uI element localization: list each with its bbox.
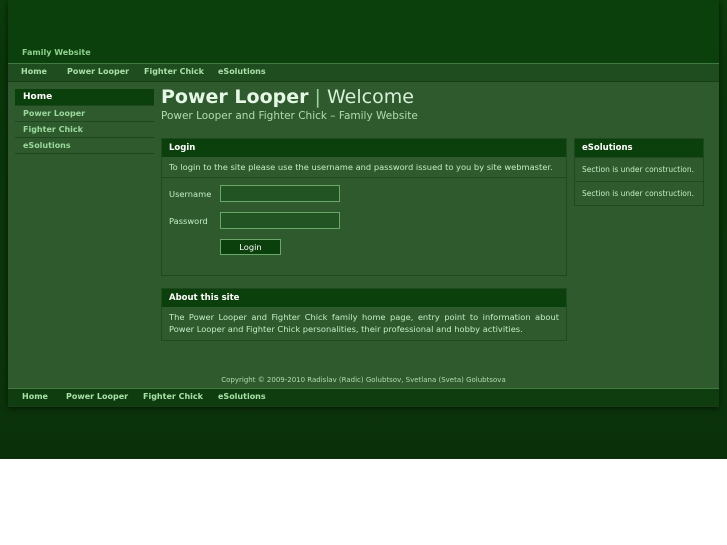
password-field[interactable] xyxy=(220,212,340,229)
footer-nav-fighter-chick[interactable]: Fighter Chick xyxy=(143,392,203,401)
nav-fighter-chick[interactable]: Fighter Chick xyxy=(144,67,204,76)
sidebar: Home Power Looper Fighter Chick eSolutio… xyxy=(15,89,154,154)
sidebar-item-esolutions[interactable]: eSolutions xyxy=(15,138,154,154)
page-title-separator: | xyxy=(314,86,321,108)
page-title-strong: Power Looper xyxy=(161,86,309,108)
about-heading: About this site xyxy=(162,289,566,307)
esolutions-item: Section is under construction. xyxy=(575,181,703,205)
password-label: Password xyxy=(169,216,208,226)
sidebar-item-fighter-chick[interactable]: Fighter Chick xyxy=(15,122,154,138)
about-panel: About this site The Power Looper and Fig… xyxy=(161,288,567,341)
username-label: Username xyxy=(169,189,212,199)
login-panel: Login To login to the site please use th… xyxy=(161,138,567,276)
site-name: Family Website xyxy=(22,48,91,57)
nav-power-looper[interactable]: Power Looper xyxy=(67,67,129,76)
esolutions-panel: eSolutions Section is under construction… xyxy=(574,138,704,206)
footer-nav-esolutions[interactable]: eSolutions xyxy=(218,392,266,401)
esolutions-item: Section is under construction. xyxy=(575,157,703,181)
masthead: Family Website xyxy=(8,0,719,63)
footer-navigation: Home Power Looper Fighter Chick eSolutio… xyxy=(8,388,719,407)
copyright-text: Copyright © 2009-2010 Radislav (Radic) G… xyxy=(221,376,506,384)
page-subtitle: Power Looper and Fighter Chick – Family … xyxy=(161,110,418,122)
login-button[interactable]: Login xyxy=(220,239,281,255)
footer-nav-power-looper[interactable]: Power Looper xyxy=(66,392,128,401)
page-container: Family Website Home Power Looper Fighter… xyxy=(8,0,719,407)
esolutions-heading: eSolutions xyxy=(575,139,703,157)
page-title: Power Looper | Welcome xyxy=(161,86,414,108)
about-text: The Power Looper and Fighter Chick famil… xyxy=(169,312,559,334)
footer-nav-home[interactable]: Home xyxy=(22,392,48,401)
login-instructions: To login to the site please use the user… xyxy=(169,162,553,172)
top-navigation: Home Power Looper Fighter Chick eSolutio… xyxy=(8,63,719,82)
nav-home[interactable]: Home xyxy=(21,67,47,76)
page-title-rest: Welcome xyxy=(326,86,414,108)
login-form: Username Password Login xyxy=(162,177,566,262)
sidebar-item-home[interactable]: Home xyxy=(15,89,154,106)
sidebar-item-power-looper[interactable]: Power Looper xyxy=(15,106,154,122)
username-field[interactable] xyxy=(220,185,340,202)
nav-esolutions[interactable]: eSolutions xyxy=(218,67,266,76)
login-heading: Login xyxy=(162,139,566,157)
